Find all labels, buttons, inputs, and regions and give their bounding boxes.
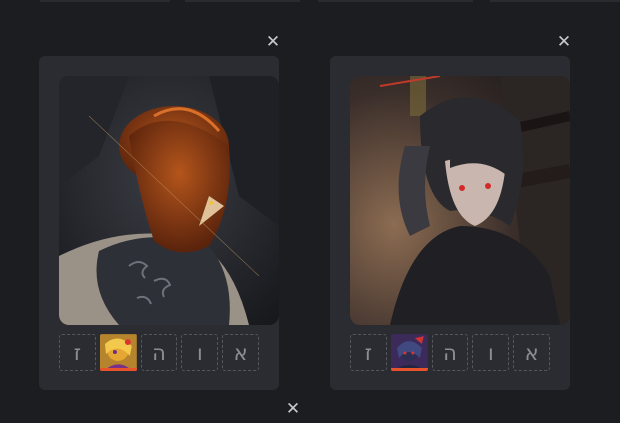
top-edge-strip [40, 0, 170, 2]
slot-zayin[interactable]: ז [59, 334, 96, 371]
character-art-dark-hair[interactable] [350, 76, 570, 325]
character-card-1[interactable]: א ו ה ז [39, 56, 279, 390]
slot-aleph[interactable]: א [222, 334, 259, 371]
character-portrait-icon [99, 334, 137, 371]
close-card-1-button[interactable]: ✕ [265, 34, 281, 51]
character-portrait-icon [390, 334, 428, 371]
character-illustration [59, 76, 279, 325]
slot-row: א ו ה ז [59, 334, 259, 371]
top-edge-strip [318, 0, 473, 2]
slot-vav[interactable]: ו [472, 334, 510, 371]
slot-row: א ו ה ז [350, 334, 550, 371]
close-bottom-button[interactable]: ✕ [285, 401, 301, 418]
selected-indicator [390, 368, 428, 371]
close-card-2-button[interactable]: ✕ [556, 34, 572, 51]
top-edge-strip [185, 0, 300, 2]
slot-aleph[interactable]: א [513, 334, 550, 371]
selected-indicator [99, 368, 137, 371]
top-edge-strip [490, 0, 620, 2]
slot-zayin[interactable]: ז [350, 334, 387, 371]
slot-he[interactable]: ה [140, 334, 178, 371]
character-illustration [350, 76, 570, 325]
character-art-orange-hair[interactable] [59, 76, 279, 325]
slot-he[interactable]: ה [431, 334, 469, 371]
character-card-2[interactable]: א ו ה ז [330, 56, 570, 390]
slot-selected-portrait[interactable] [99, 334, 137, 371]
slot-selected-portrait[interactable] [390, 334, 428, 371]
slot-vav[interactable]: ו [181, 334, 219, 371]
